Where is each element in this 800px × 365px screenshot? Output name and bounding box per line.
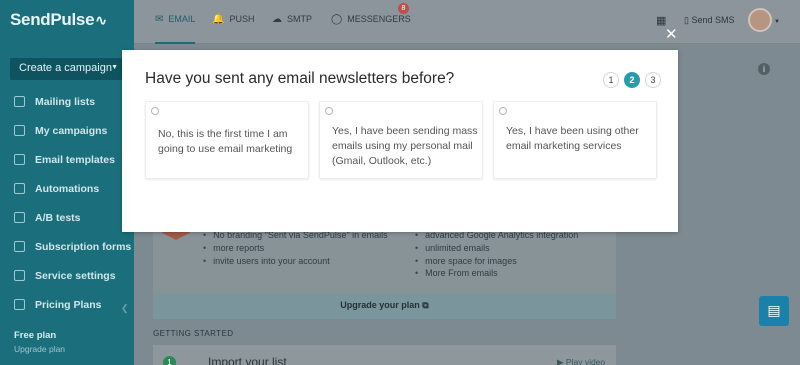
radio-button[interactable] [151, 107, 159, 115]
chat-icon: ▤ [767, 302, 781, 318]
import-list-title: Import your list [208, 355, 287, 365]
feature-item: More From emails [415, 267, 578, 280]
info-icon[interactable]: i [758, 63, 770, 75]
option-label: Yes, I have been using other email marke… [506, 125, 639, 152]
sidebar-nav: Mailing lists My campaigns Email templat… [0, 87, 134, 319]
sidebar-item-automations[interactable]: Automations [0, 174, 134, 203]
tab-label: MESSENGERS [347, 14, 411, 24]
cloud-icon: ☁ [272, 14, 282, 25]
step-3: 3 [645, 72, 661, 88]
create-campaign-button[interactable]: Create a campaign ▼ [10, 58, 122, 80]
tab-label: SMTP [287, 14, 313, 24]
tab-email[interactable]: ✉ EMAIL [155, 0, 196, 44]
step-indicator: 1 2 3 [603, 72, 661, 88]
template-icon [14, 154, 25, 165]
ab-test-icon [14, 212, 25, 223]
messengers-badge: 8 [398, 3, 409, 14]
sidebar-item-email-templates[interactable]: Email templates [0, 145, 134, 174]
option-label: Yes, I have been sending mass emails usi… [332, 125, 478, 167]
sidebar-item-service-settings[interactable]: Service settings [0, 261, 134, 290]
upgrade-your-plan-button[interactable]: Upgrade your plan ⧉ [153, 293, 616, 319]
getting-started-heading: GETTING STARTED [153, 329, 234, 338]
feature-item: invite users into your account [203, 255, 388, 268]
option-other-services[interactable]: Yes, I have been using other email marke… [493, 101, 657, 179]
step-1: 1 [603, 72, 619, 88]
features-list-right: advanced Google Analytics integration un… [415, 229, 578, 280]
sidebar-item-ab-tests[interactable]: A/B tests [0, 203, 134, 232]
answer-options: No, this is the first time I am going to… [145, 101, 657, 179]
collapse-sidebar-icon[interactable]: ❮ [121, 303, 129, 314]
sidebar-item-label: A/B tests [35, 211, 81, 224]
sidebar-item-label: Pricing Plans [35, 298, 102, 311]
sidebar-item-label: Subscription forms [35, 240, 132, 253]
tab-label: PUSH [229, 14, 255, 24]
chevron-down-icon[interactable]: ▼ [774, 19, 780, 25]
chevron-down-icon: ▼ [111, 64, 118, 71]
feature-item: more reports [203, 242, 388, 255]
sidebar-item-label: Service settings [35, 269, 116, 282]
feature-item: unlimited emails [415, 242, 578, 255]
step-number-badge: 1 [163, 356, 176, 365]
form-icon [14, 241, 25, 252]
settings-icon [14, 270, 25, 281]
sidebar-item-label: Email templates [35, 153, 115, 166]
pricing-icon [14, 299, 25, 310]
feature-item: more space for images [415, 255, 578, 268]
bell-icon: 🔔 [212, 14, 225, 25]
chat-support-button[interactable]: ▤ [759, 296, 789, 326]
sidebar-item-pricing-plans[interactable]: Pricing Plans [0, 290, 134, 319]
step-2-current: 2 [624, 72, 640, 88]
external-link-icon: ⧉ [422, 300, 429, 310]
phone-icon: ▯ [684, 15, 689, 25]
sidebar-item-my-campaigns[interactable]: My campaigns [0, 116, 134, 145]
automation-icon [14, 183, 25, 194]
create-campaign-label: Create a campaign [19, 62, 112, 74]
chat-bubble-icon: ◯ [331, 14, 343, 25]
option-first-time[interactable]: No, this is the first time I am going to… [145, 101, 309, 179]
radio-button[interactable] [325, 107, 333, 115]
pulse-icon: ∿ [95, 12, 107, 28]
close-icon[interactable]: ✕ [665, 27, 678, 42]
option-label: No, this is the first time I am going to… [158, 128, 293, 155]
sidebar-item-label: My campaigns [35, 124, 108, 137]
option-personal-mail[interactable]: Yes, I have been sending mass emails usi… [319, 101, 483, 179]
tab-smtp[interactable]: ☁ SMTP [272, 0, 312, 44]
rocket-icon [14, 125, 25, 136]
sidebar-item-subscription-forms[interactable]: Subscription forms [0, 232, 134, 261]
upgrade-your-plan-label: Upgrade your plan [340, 300, 420, 310]
modal-title: Have you sent any email newsletters befo… [145, 70, 455, 87]
play-video-label: Play video [565, 357, 606, 365]
features-list-left: No branding "Sent via SendPulse" in emai… [203, 229, 388, 267]
email-icon: ✉ [155, 14, 164, 25]
send-sms-label: Send SMS [691, 15, 735, 25]
sidebar-item-label: Mailing lists [35, 95, 96, 108]
play-video-link[interactable]: ▶ Play video [557, 357, 605, 365]
play-icon: ▶ [557, 357, 564, 365]
tab-label: EMAIL [168, 14, 196, 24]
send-sms-link[interactable]: ▯ Send SMS [684, 15, 735, 26]
survey-modal: Have you sent any email newsletters befo… [122, 50, 678, 232]
avatar[interactable] [748, 8, 772, 32]
radio-button[interactable] [499, 107, 507, 115]
upgrade-plan-link[interactable]: Upgrade plan [14, 344, 65, 354]
sidebar-item-mailing-lists[interactable]: Mailing lists [0, 87, 134, 116]
plan-name: Free plan [14, 330, 57, 341]
list-icon [14, 96, 25, 107]
sidebar-item-label: Automations [35, 182, 100, 195]
sidebar: SendPulse∿ Create a campaign ▼ Mailing l… [0, 0, 134, 365]
tab-push[interactable]: 🔔 PUSH [212, 0, 254, 44]
logo[interactable]: SendPulse∿ [10, 10, 107, 30]
